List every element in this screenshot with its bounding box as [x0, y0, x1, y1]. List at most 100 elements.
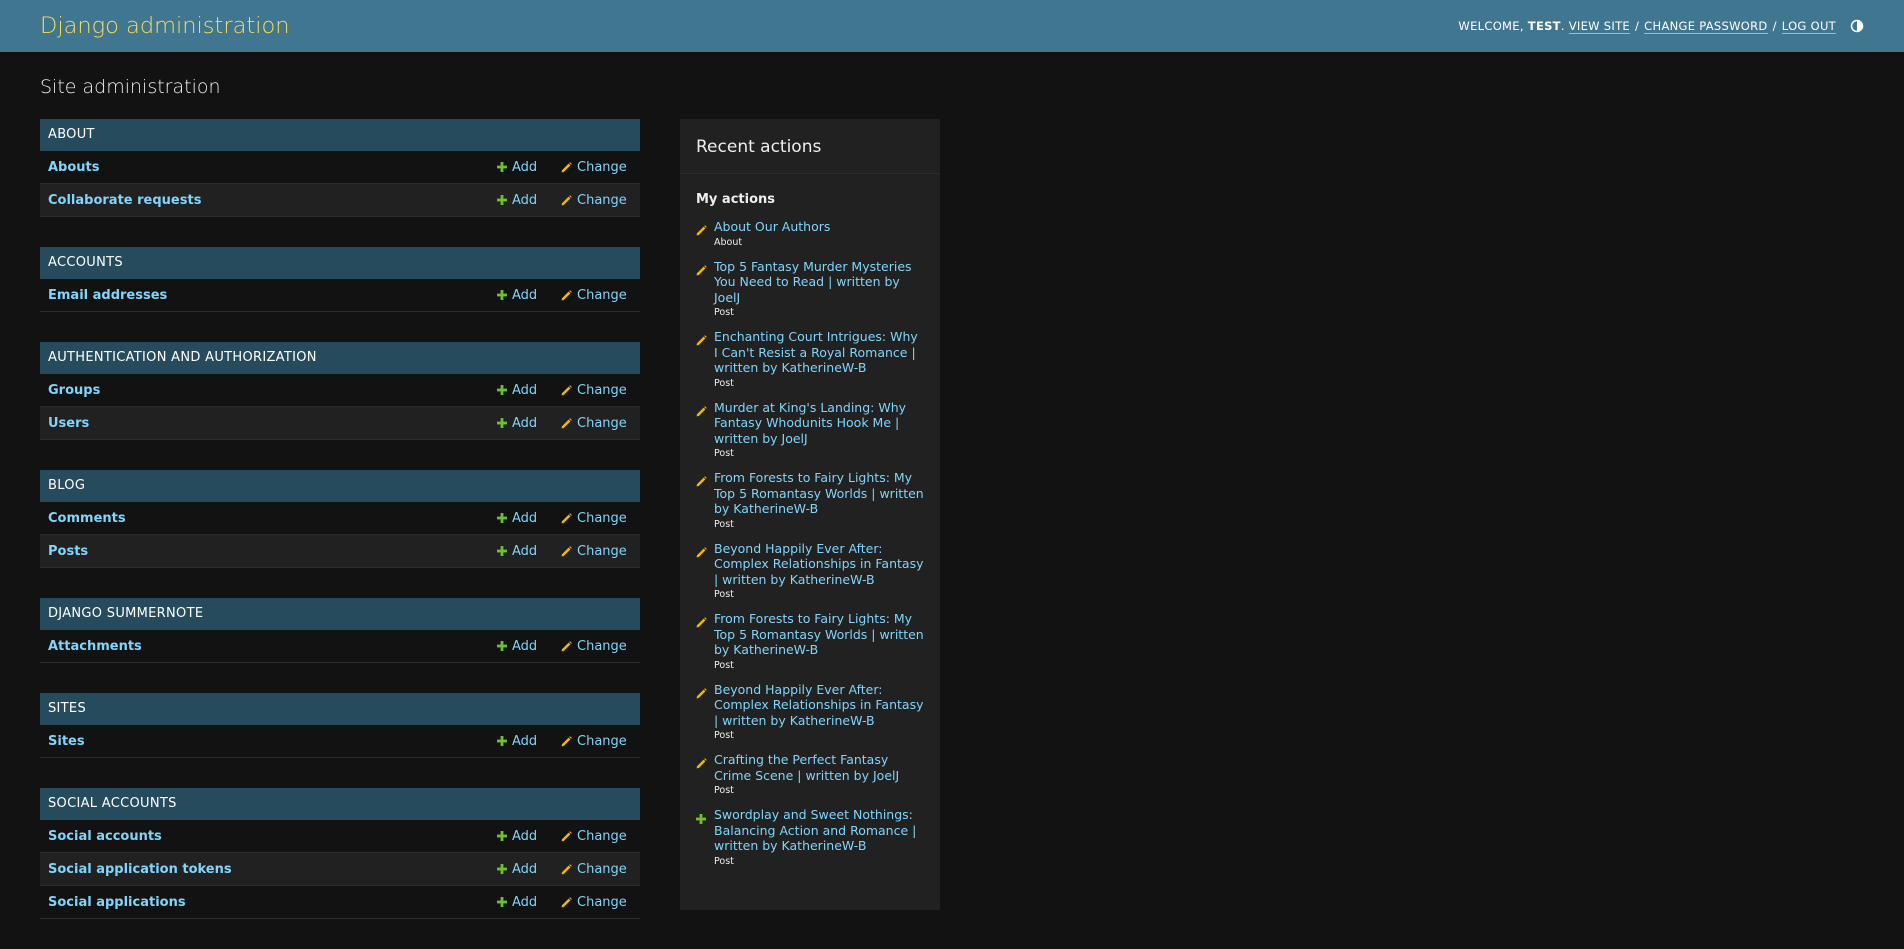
log-out-link[interactable]: LOG OUT: [1781, 19, 1836, 34]
model-link-sites[interactable]: Sites: [40, 734, 497, 749]
recent-action-link[interactable]: Crafting the Perfect Fantasy Crime Scene…: [714, 752, 924, 783]
add-button[interactable]: Add: [497, 829, 561, 844]
add-button[interactable]: Add: [497, 416, 561, 431]
model-link-social-application-tokens[interactable]: Social application tokens: [40, 862, 497, 877]
recent-action-type: Post: [714, 377, 734, 389]
change-button[interactable]: Change: [561, 639, 640, 654]
recent-action-link[interactable]: Swordplay and Sweet Nothings: Balancing …: [714, 807, 924, 854]
model-link-collaborate-requests[interactable]: Collaborate requests: [40, 193, 497, 208]
app-caption[interactable]: AUTHENTICATION AND AUTHORIZATION: [40, 342, 640, 374]
recent-action-type: Post: [714, 855, 734, 867]
separator: /: [1634, 19, 1640, 33]
model-link-comments[interactable]: Comments: [40, 511, 497, 526]
change-button[interactable]: Change: [561, 829, 640, 844]
add-button[interactable]: Add: [497, 160, 561, 175]
app-caption[interactable]: ABOUT: [40, 119, 640, 151]
add-button[interactable]: Add: [497, 288, 561, 303]
recent-action-link[interactable]: From Forests to Fairy Lights: My Top 5 R…: [714, 470, 924, 517]
theme-toggle-icon[interactable]: [1850, 19, 1864, 33]
recent-action-link[interactable]: About Our Authors: [714, 219, 924, 235]
pencil-icon: [561, 545, 577, 557]
app-module-blog: BLOG Comments Add Change Posts Add Change: [40, 470, 640, 568]
app-module-social-accounts: SOCIAL ACCOUNTS Social accounts Add Change S…: [40, 788, 640, 919]
app-module-accounts: ACCOUNTS Email addresses Add Change: [40, 247, 640, 312]
model-link-posts[interactable]: Posts: [40, 544, 497, 559]
app-caption[interactable]: ACCOUNTS: [40, 247, 640, 279]
app-module-authentication-and-authorization: AUTHENTICATION AND AUTHORIZATION Groups Ad…: [40, 342, 640, 440]
change-label: Change: [577, 543, 627, 559]
add-button[interactable]: Add: [497, 511, 561, 526]
recent-action-link[interactable]: Enchanting Court Intrigues: Why I Can't …: [714, 329, 924, 376]
recent-action-link[interactable]: Beyond Happily Ever After: Complex Relat…: [714, 682, 924, 729]
add-button[interactable]: Add: [497, 383, 561, 398]
change-button[interactable]: Change: [561, 383, 640, 398]
model-row-sites: Sites Add Change: [40, 725, 640, 758]
model-row-email-addresses: Email addresses Add Change: [40, 279, 640, 312]
model-link-attachments[interactable]: Attachments: [40, 639, 497, 654]
model-row-groups: Groups Add Change: [40, 374, 640, 407]
pencil-icon: [561, 289, 577, 301]
add-button[interactable]: Add: [497, 895, 561, 910]
recent-action-type: Post: [714, 785, 734, 796]
change-button[interactable]: Change: [561, 193, 640, 208]
app-caption[interactable]: SOCIAL ACCOUNTS: [40, 788, 640, 820]
recent-action-link[interactable]: Top 5 Fantasy Murder Mysteries You Need …: [714, 259, 924, 306]
model-row-social-application-tokens: Social application tokens Add Change: [40, 853, 640, 886]
change-button[interactable]: Change: [561, 734, 640, 749]
add-label: Add: [512, 861, 538, 877]
recent-action-item: Swordplay and Sweet Nothings: Balancing …: [696, 807, 924, 867]
add-button[interactable]: Add: [497, 193, 561, 208]
recent-action-link[interactable]: Beyond Happily Ever After: Complex Relat…: [714, 541, 924, 588]
app-caption[interactable]: DJANGO SUMMERNOTE: [40, 598, 640, 630]
change-button[interactable]: Change: [561, 544, 640, 559]
app-caption[interactable]: SITES: [40, 693, 640, 725]
recent-action-type: About: [714, 236, 743, 248]
pencil-icon: [696, 472, 707, 491]
change-label: Change: [577, 287, 627, 303]
plus-icon: [497, 546, 512, 556]
model-row-collaborate-requests: Collaborate requests Add Change: [40, 184, 640, 217]
change-label: Change: [577, 510, 627, 526]
add-label: Add: [512, 638, 538, 654]
change-button[interactable]: Change: [561, 416, 640, 431]
recent-action-type: Post: [714, 307, 734, 318]
change-label: Change: [577, 382, 627, 398]
change-button[interactable]: Change: [561, 160, 640, 175]
pencil-icon: [561, 863, 577, 875]
add-label: Add: [512, 828, 538, 844]
header-bar: Django administration WELCOME, TEST. VIE…: [0, 0, 1904, 52]
add-button[interactable]: Add: [497, 862, 561, 877]
model-link-users[interactable]: Users: [40, 416, 497, 431]
model-link-email-addresses[interactable]: Email addresses: [40, 288, 497, 303]
welcome-text: WELCOME,: [1458, 19, 1524, 33]
plus-icon: [497, 385, 512, 395]
change-button[interactable]: Change: [561, 862, 640, 877]
recent-action-type: Post: [714, 518, 734, 530]
add-button[interactable]: Add: [497, 639, 561, 654]
pencil-icon: [561, 384, 577, 396]
model-row-users: Users Add Change: [40, 407, 640, 440]
pencil-icon: [561, 640, 577, 652]
add-button[interactable]: Add: [497, 734, 561, 749]
add-button[interactable]: Add: [497, 544, 561, 559]
change-label: Change: [577, 894, 627, 910]
recent-action-link[interactable]: From Forests to Fairy Lights: My Top 5 R…: [714, 611, 924, 658]
model-row-social-accounts: Social accounts Add Change: [40, 820, 640, 853]
my-actions-heading: My actions: [696, 192, 776, 207]
site-branding[interactable]: Django administration: [40, 13, 289, 39]
change-button[interactable]: Change: [561, 511, 640, 526]
add-label: Add: [512, 733, 538, 749]
view-site-link[interactable]: VIEW SITE: [1568, 19, 1630, 34]
model-link-social-accounts[interactable]: Social accounts: [40, 829, 497, 844]
add-label: Add: [512, 192, 538, 208]
model-link-abouts[interactable]: Abouts: [40, 160, 497, 175]
app-caption[interactable]: BLOG: [40, 470, 640, 502]
change-label: Change: [577, 861, 627, 877]
recent-action-link[interactable]: Murder at King's Landing: Why Fantasy Wh…: [714, 400, 924, 447]
model-link-social-applications[interactable]: Social applications: [40, 895, 497, 910]
change-password-link[interactable]: CHANGE PASSWORD: [1644, 19, 1768, 34]
username: TEST: [1527, 19, 1561, 33]
change-button[interactable]: Change: [561, 895, 640, 910]
change-button[interactable]: Change: [561, 288, 640, 303]
model-link-groups[interactable]: Groups: [40, 383, 497, 398]
